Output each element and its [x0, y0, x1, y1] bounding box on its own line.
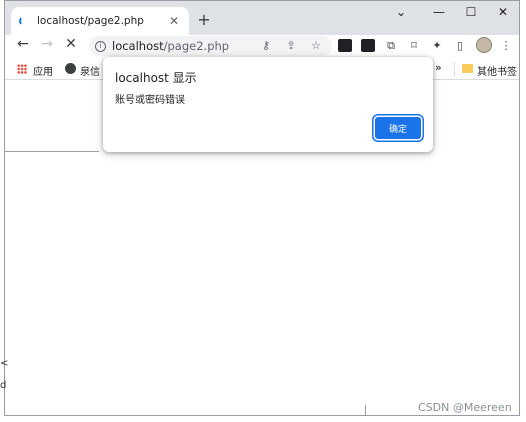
- extension-bookmark-icon[interactable]: ⌑: [407, 39, 421, 52]
- bookmark-item[interactable]: 泉信: [80, 63, 100, 78]
- url-host: localhost: [112, 39, 164, 53]
- menu-icon[interactable]: ⋮: [499, 39, 513, 52]
- extension-terminal-icon[interactable]: [338, 39, 352, 52]
- dialog-message: 账号或密码错误: [115, 95, 185, 106]
- watermark: CSDN @Meereen: [418, 401, 512, 414]
- url-path: /page2.php: [163, 39, 230, 53]
- side-panel-icon[interactable]: ▯: [453, 39, 467, 52]
- folder-icon: [462, 64, 473, 73]
- bookmark-star-icon[interactable]: ☆: [309, 39, 323, 52]
- browser-window: localhost/page2.php ✕ + ⌄ — ☐ ✕ ← → ✕ i …: [4, 0, 520, 416]
- bookmark-apps[interactable]: 应用: [33, 63, 53, 78]
- tab-search-icon[interactable]: ⌄: [393, 5, 409, 19]
- alert-dialog: localhost 显示 账号或密码错误 确定: [103, 57, 433, 152]
- extensions-puzzle-icon[interactable]: ✦: [430, 39, 444, 52]
- key-icon[interactable]: ⚷: [259, 39, 273, 52]
- forward-button[interactable]: →: [39, 36, 55, 52]
- apps-grid-icon[interactable]: [17, 64, 27, 74]
- maximize-button[interactable]: ☐: [463, 5, 479, 19]
- back-button[interactable]: ←: [15, 36, 31, 52]
- new-tab-button[interactable]: +: [196, 10, 212, 29]
- ok-button[interactable]: 确定: [375, 117, 421, 139]
- profile-avatar[interactable]: [476, 37, 492, 53]
- tab-title: localhost/page2.php: [37, 15, 144, 27]
- page-fragment-d: d: [0, 380, 7, 391]
- tab-close-icon[interactable]: ✕: [167, 14, 181, 28]
- page-fragment-lt: <: [0, 358, 9, 369]
- site-info-icon[interactable]: i: [95, 40, 106, 52]
- extension-face-icon[interactable]: [361, 39, 375, 52]
- loading-spinner-icon: [19, 16, 29, 26]
- extension-copy-icon[interactable]: ⧉: [384, 39, 398, 52]
- dialog-title: localhost 显示: [115, 71, 197, 85]
- stop-button[interactable]: ✕: [63, 36, 79, 52]
- more-bookmarks-icon[interactable]: »: [435, 61, 442, 74]
- page-divider-v: [365, 405, 366, 415]
- globe-icon: [65, 63, 76, 74]
- tab-active[interactable]: localhost/page2.php ✕: [11, 7, 189, 35]
- close-window-button[interactable]: ✕: [495, 5, 511, 19]
- minimize-button[interactable]: —: [431, 5, 447, 19]
- share-icon[interactable]: ⇪: [284, 39, 298, 52]
- bookmark-separator: [454, 62, 455, 76]
- page-divider: [5, 151, 99, 152]
- bookmark-other[interactable]: 其他书签: [477, 63, 517, 78]
